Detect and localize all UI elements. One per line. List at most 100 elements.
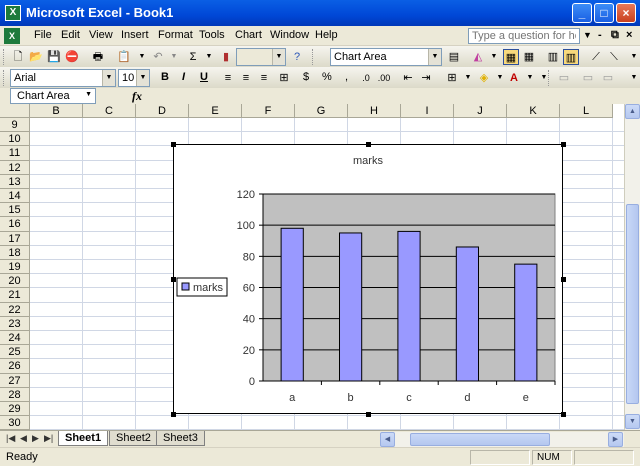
paste-dropdown-icon[interactable]: ▼ <box>134 49 150 65</box>
vertical-scrollbar[interactable]: ▲ ▼ <box>624 104 640 430</box>
menu-file[interactable]: File <box>34 29 52 41</box>
sheet-tab-1[interactable]: Sheet1 <box>58 431 109 446</box>
row-header-22[interactable]: 22 <box>0 302 30 317</box>
name-box-dropdown-icon[interactable]: ▼ <box>85 91 92 98</box>
format-chart-area-icon[interactable]: ▤ <box>446 49 462 65</box>
row-header-18[interactable]: 18 <box>0 245 30 260</box>
data-table-icon[interactable]: ▦ <box>521 49 537 65</box>
column-header-b[interactable]: B <box>30 104 83 118</box>
chart-objects-combo[interactable]: Chart Area ▼ <box>330 48 442 66</box>
chart-objects-dropdown-icon[interactable]: ▼ <box>428 49 441 65</box>
align-center-icon[interactable]: ≡ <box>238 70 254 86</box>
help-search-input[interactable] <box>468 28 580 44</box>
menu-help[interactable]: Help <box>315 29 338 41</box>
column-header-f[interactable]: F <box>242 104 295 118</box>
column-header-h[interactable]: H <box>348 104 401 118</box>
chart-resize-handle[interactable] <box>366 412 371 417</box>
toolbar-grip[interactable] <box>3 49 6 65</box>
menu-tools[interactable]: Tools <box>199 29 225 41</box>
row-header-26[interactable]: 26 <box>0 359 30 374</box>
embedded-chart[interactable]: marks 0 20 40 60 80 100 120 a b c d e marks <box>173 144 563 414</box>
chart-resize-handle[interactable] <box>366 142 371 147</box>
row-header-23[interactable]: 23 <box>0 316 30 331</box>
first-sheet-icon[interactable]: |◀ <box>6 433 15 444</box>
next-comment-icon[interactable]: ▭ <box>600 70 616 86</box>
decrease-indent-icon[interactable]: ⇤ <box>400 70 416 86</box>
italic-button[interactable]: I <box>182 71 185 83</box>
sheet-tab-2[interactable]: Sheet2 <box>109 431 158 446</box>
open-folder-icon[interactable]: 📂 <box>28 49 44 65</box>
row-header-24[interactable]: 24 <box>0 331 30 346</box>
row-header-17[interactable]: 17 <box>0 231 30 246</box>
menu-view[interactable]: View <box>89 29 113 41</box>
previous-comment-icon[interactable]: ▭ <box>580 70 596 86</box>
column-header-i[interactable]: I <box>401 104 454 118</box>
maximize-button[interactable]: □ <box>594 3 614 23</box>
fill-color-icon[interactable]: ◈ <box>476 70 492 86</box>
chart-type-icon[interactable]: ◭ <box>470 49 486 65</box>
chart-type-dropdown-icon[interactable]: ▼ <box>486 49 502 65</box>
row-header-13[interactable]: 13 <box>0 174 30 189</box>
increase-indent-icon[interactable]: ⇥ <box>418 70 434 86</box>
chart-wizard-icon[interactable]: ▮ <box>218 49 234 65</box>
scroll-up-icon[interactable]: ▲ <box>625 104 640 119</box>
decrease-decimal-icon[interactable]: .00 <box>376 70 392 86</box>
angle-counterclockwise-icon[interactable]: ⟍ <box>606 49 622 65</box>
scroll-down-icon[interactable]: ▼ <box>625 414 640 429</box>
align-right-icon[interactable]: ≡ <box>256 70 272 86</box>
merge-center-icon[interactable]: ⊞ <box>276 70 292 86</box>
excel-app-icon[interactable]: X <box>5 5 21 21</box>
by-row-icon[interactable]: ▥ <box>545 49 561 65</box>
save-icon[interactable]: 💾 <box>46 49 62 65</box>
close-button[interactable]: × <box>616 3 636 23</box>
vertical-scroll-thumb[interactable] <box>626 204 639 404</box>
last-sheet-icon[interactable]: ▶| <box>44 433 53 444</box>
font-combo[interactable]: Arial ▼ <box>10 69 116 87</box>
chart-resize-handle[interactable] <box>171 412 176 417</box>
chart-resize-handle[interactable] <box>561 142 566 147</box>
font-dropdown-icon[interactable]: ▼ <box>102 70 115 86</box>
font-color-icon[interactable]: A <box>506 70 522 86</box>
row-header-10[interactable]: 10 <box>0 132 30 147</box>
row-header-12[interactable]: 12 <box>0 160 30 175</box>
name-box[interactable]: Chart Area ▼ <box>10 88 96 104</box>
toolbar-grip[interactable] <box>3 70 6 86</box>
insert-function-icon[interactable]: fx <box>132 89 142 104</box>
borders-dropdown-icon[interactable]: ▼ <box>460 70 476 86</box>
column-header-d[interactable]: D <box>136 104 189 118</box>
increase-decimal-icon[interactable]: .0 <box>358 70 374 86</box>
by-column-icon[interactable]: ▥ <box>563 49 579 65</box>
underline-button[interactable]: U <box>200 71 208 83</box>
workbook-restore-button[interactable]: ⧉ <box>611 29 619 42</box>
row-header-9[interactable]: 9 <box>0 118 30 133</box>
row-header-19[interactable]: 19 <box>0 260 30 275</box>
row-header-30[interactable]: 30 <box>0 416 30 430</box>
next-sheet-icon[interactable]: ▶ <box>32 433 39 444</box>
menu-insert[interactable]: Insert <box>121 29 149 41</box>
comma-button[interactable]: , <box>345 71 348 83</box>
column-header-l[interactable]: L <box>560 104 613 118</box>
chart-resize-handle[interactable] <box>561 277 566 282</box>
workbook-icon[interactable]: X <box>4 28 20 44</box>
currency-button[interactable]: $ <box>303 71 309 83</box>
row-header-28[interactable]: 28 <box>0 387 30 402</box>
legend-icon[interactable]: ▦ <box>503 49 519 65</box>
row-header-15[interactable]: 15 <box>0 203 30 218</box>
column-header-k[interactable]: K <box>507 104 560 118</box>
zoom-dropdown-icon[interactable]: ▼ <box>272 49 285 65</box>
help-icon[interactable]: ? <box>289 49 305 65</box>
horizontal-scrollbar[interactable]: ◀ ▶ <box>380 432 624 447</box>
row-header-27[interactable]: 27 <box>0 373 30 388</box>
horizontal-scroll-thumb[interactable] <box>410 433 550 446</box>
minimize-button[interactable]: _ <box>572 3 592 23</box>
sheet-tab-3[interactable]: Sheet3 <box>156 431 205 446</box>
row-header-25[interactable]: 25 <box>0 345 30 360</box>
align-left-icon[interactable]: ≡ <box>220 70 236 86</box>
workbook-minimize-button[interactable]: - <box>598 29 602 41</box>
autosum-dropdown-icon[interactable]: ▼ <box>201 49 217 65</box>
toolbar-options-icon[interactable]: ▼ <box>626 70 640 86</box>
column-header-g[interactable]: G <box>295 104 348 118</box>
prev-sheet-icon[interactable]: ◀ <box>20 433 27 444</box>
menu-chart[interactable]: Chart <box>235 29 262 41</box>
column-header-e[interactable]: E <box>189 104 242 118</box>
